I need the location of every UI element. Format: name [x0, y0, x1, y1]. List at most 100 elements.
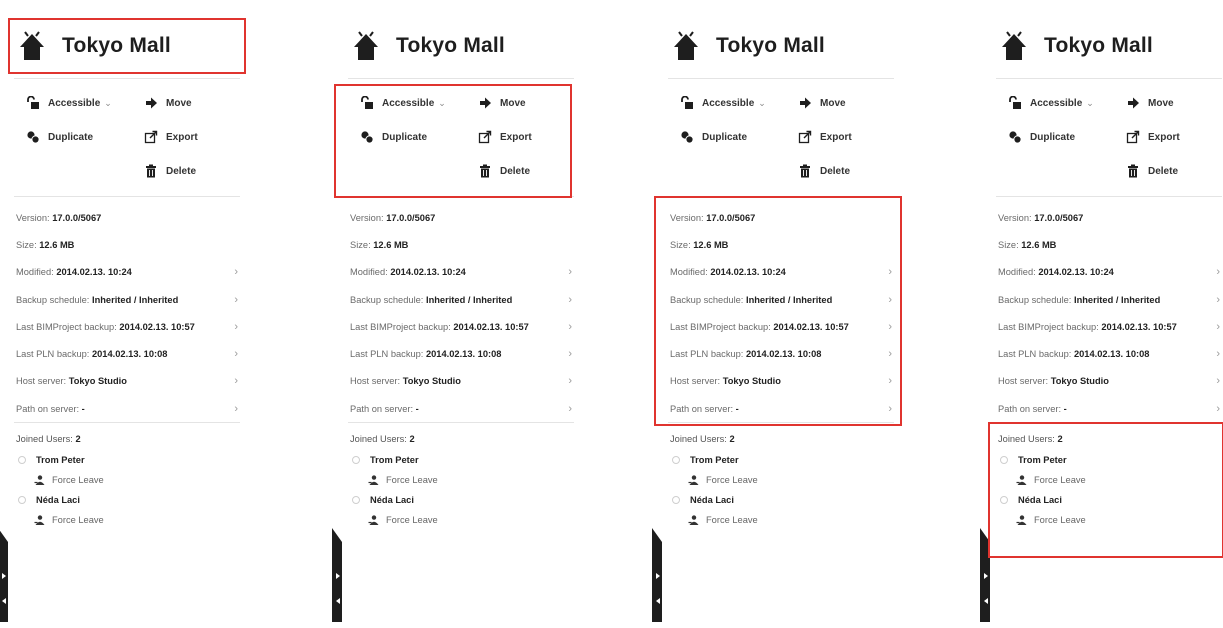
user-list-item: Trom Peter: [672, 450, 894, 470]
move-button[interactable]: Move: [798, 96, 846, 110]
info-value: -: [1063, 403, 1067, 414]
user-list: Trom Peter Force Leave Néda Laci Force Leav…: [670, 450, 894, 530]
highlight-box: [988, 422, 1223, 558]
delete-button[interactable]: Delete: [798, 164, 850, 178]
force-leave-icon: [688, 474, 699, 485]
info-row[interactable]: Last BIMProject backup: 2014.02.13. 10:5…: [998, 313, 1222, 340]
panel-toggle-tab[interactable]: [652, 528, 664, 622]
info-row[interactable]: Last BIMProject backup: 2014.02.13. 10:5…: [350, 313, 574, 340]
accessible-dropdown[interactable]: Accessible ⌄: [26, 96, 112, 110]
divider: [996, 78, 1222, 79]
info-row[interactable]: Last BIMProject backup: 2014.02.13. 10:5…: [16, 313, 240, 340]
info-value: 12.6 MB: [1021, 239, 1057, 250]
info-text: Path on server: -: [998, 404, 1067, 414]
force-leave-button[interactable]: Force Leave: [688, 510, 894, 530]
joined-users-label: Joined Users:: [350, 434, 410, 444]
page-title: Tokyo Mall: [716, 34, 825, 57]
highlight-box: [654, 196, 902, 426]
duplicate-label: Duplicate: [702, 131, 748, 143]
move-label: Move: [820, 97, 846, 109]
info-value: 2014.02.13. 10:57: [1101, 321, 1177, 332]
info-row[interactable]: Last PLN backup: 2014.02.13. 10:08 ›: [16, 340, 240, 367]
project-house-icon: [674, 31, 698, 60]
info-row[interactable]: Path on server: - ›: [998, 395, 1222, 422]
export-button[interactable]: Export: [798, 130, 852, 144]
accessible-dropdown[interactable]: Accessible ⌄: [680, 96, 766, 110]
force-leave-label: Force Leave: [706, 475, 758, 485]
info-row[interactable]: Path on server: - ›: [350, 395, 574, 422]
info-label: Path on server:: [998, 403, 1064, 414]
user-status-dot: [352, 496, 360, 504]
info-text: Path on server: -: [16, 404, 85, 414]
info-row[interactable]: Last PLN backup: 2014.02.13. 10:08 ›: [998, 340, 1222, 367]
move-button[interactable]: Move: [144, 96, 192, 110]
chevron-right-icon: ›: [1216, 375, 1220, 388]
duplicate-button[interactable]: Duplicate: [1008, 130, 1075, 144]
info-row[interactable]: Backup schedule: Inherited / Inherited ›: [16, 286, 240, 313]
info-text: Modified: 2014.02.13. 10:24: [998, 267, 1114, 277]
joined-users-label: Joined Users:: [16, 434, 76, 444]
duplicate-button[interactable]: Duplicate: [680, 130, 747, 144]
info-text: Backup schedule: Inherited / Inherited: [998, 295, 1160, 305]
info-row[interactable]: Backup schedule: Inherited / Inherited ›: [350, 286, 574, 313]
info-value: -: [415, 403, 419, 414]
divider: [14, 196, 240, 197]
joined-users-header: Joined Users: 2: [16, 428, 240, 450]
info-label: Last PLN backup:: [16, 349, 92, 360]
page-title: Tokyo Mall: [396, 34, 505, 57]
info-value: Inherited / Inherited: [425, 294, 513, 305]
info-row[interactable]: Modified: 2014.02.13. 10:24 ›: [350, 259, 574, 286]
info-label: Size:: [998, 239, 1022, 250]
delete-button[interactable]: Delete: [1126, 164, 1178, 178]
info-value: 2014.02.13. 10:24: [1038, 267, 1114, 278]
user-status-dot: [672, 496, 680, 504]
info-value: 17.0.0/5067: [52, 212, 102, 223]
info-label: Modified:: [16, 267, 57, 278]
chevron-right-icon: ›: [1216, 266, 1220, 279]
info-value: 2014.02.13. 10:57: [119, 321, 195, 332]
force-leave-button[interactable]: Force Leave: [34, 470, 240, 490]
panel-toggle-tab[interactable]: [332, 528, 344, 622]
force-leave-button[interactable]: Force Leave: [368, 470, 574, 490]
info-value: 2014.02.13. 10:57: [453, 321, 529, 332]
info-text: Last BIMProject backup: 2014.02.13. 10:5…: [350, 322, 529, 332]
joined-users: Joined Users: 2 Trom Peter Force Leave Néd…: [16, 428, 240, 530]
info-row[interactable]: Host server: Tokyo Studio ›: [16, 368, 240, 395]
export-button[interactable]: Export: [144, 130, 198, 144]
project-header: Tokyo Mall: [348, 18, 574, 74]
force-leave-button[interactable]: Force Leave: [34, 510, 240, 530]
info-row[interactable]: Host server: Tokyo Studio ›: [350, 368, 574, 395]
info-label: Size:: [350, 239, 374, 250]
info-text: Last PLN backup: 2014.02.13. 10:08: [350, 349, 501, 359]
export-icon: [144, 130, 158, 144]
project-header: Tokyo Mall: [996, 18, 1222, 74]
info-row[interactable]: Modified: 2014.02.13. 10:24 ›: [16, 259, 240, 286]
user-list-item: Trom Peter: [18, 450, 240, 470]
move-button[interactable]: Move: [1126, 96, 1174, 110]
force-leave-button[interactable]: Force Leave: [688, 470, 894, 490]
joined-users-count: 2: [729, 434, 735, 444]
accessible-dropdown[interactable]: Accessible ⌄: [1008, 96, 1094, 110]
panel-toggle-tab[interactable]: [0, 528, 10, 622]
info-row[interactable]: Host server: Tokyo Studio ›: [998, 368, 1222, 395]
info-row[interactable]: Path on server: - ›: [16, 395, 240, 422]
divider: [996, 196, 1222, 197]
trash-icon: [1128, 164, 1138, 178]
export-label: Export: [1148, 131, 1180, 143]
export-label: Export: [820, 131, 852, 143]
export-button[interactable]: Export: [1126, 130, 1180, 144]
info-row[interactable]: Backup schedule: Inherited / Inherited ›: [998, 286, 1222, 313]
delete-button[interactable]: Delete: [144, 164, 196, 178]
force-leave-button[interactable]: Force Leave: [368, 510, 574, 530]
user-list: Trom Peter Force Leave Néda Laci Force Leav…: [350, 450, 574, 530]
chevron-down-icon: ⌄: [758, 97, 766, 108]
force-leave-label: Force Leave: [386, 515, 438, 525]
info-value: 12.6 MB: [39, 239, 75, 250]
force-leave-icon: [34, 514, 45, 525]
highlight-box: [8, 18, 246, 74]
info-row[interactable]: Modified: 2014.02.13. 10:24 ›: [998, 259, 1222, 286]
duplicate-button[interactable]: Duplicate: [26, 130, 93, 144]
unlock-icon: [1009, 96, 1021, 109]
project-info-list: Version: 17.0.0/5067 Size: 12.6 MB Modifie…: [16, 204, 240, 422]
info-row[interactable]: Last PLN backup: 2014.02.13. 10:08 ›: [350, 340, 574, 367]
